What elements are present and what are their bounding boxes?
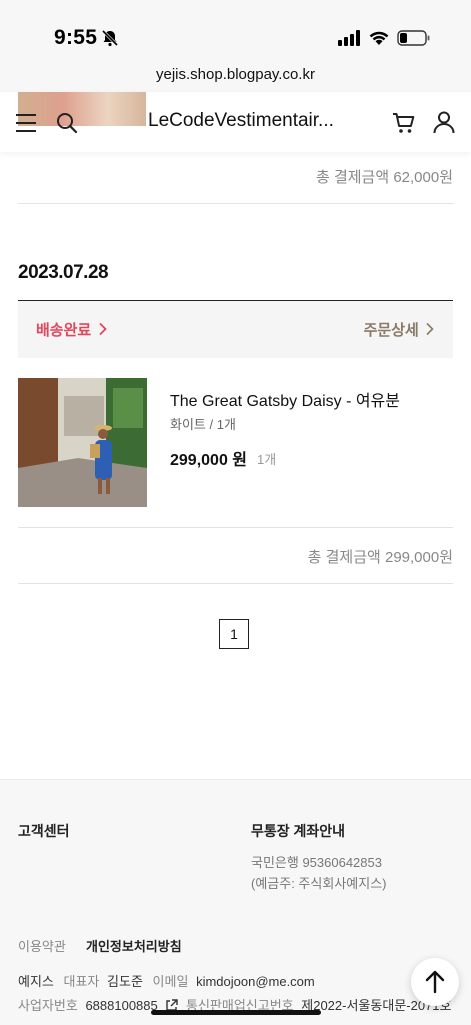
- url-bar[interactable]: yejis.shop.blogpay.co.kr: [0, 60, 471, 92]
- previous-order-total: 총 결제금액 62,000원: [315, 169, 453, 186]
- bank-account: 국민은행 95360642853: [251, 855, 382, 870]
- ceo-label: 대표자: [63, 974, 100, 989]
- product-image[interactable]: [18, 378, 147, 507]
- scroll-to-top-button[interactable]: [411, 958, 459, 1006]
- privacy-policy-link[interactable]: 개인정보처리방침: [86, 936, 182, 955]
- delivery-status-label: 배송완료: [36, 322, 92, 339]
- order-date: 2023.07.28: [18, 262, 109, 283]
- product-quantity: 1개: [257, 452, 277, 467]
- status-time: 9:55: [54, 26, 98, 49]
- wifi-icon: [368, 29, 390, 51]
- hamburger-menu-icon[interactable]: [16, 114, 36, 132]
- product-name[interactable]: The Great Gatsby Daisy - 여유분: [170, 387, 400, 411]
- brand-logo[interactable]: LeCodeVestimentair...: [148, 110, 334, 132]
- status-bar: 9:55: [0, 0, 471, 60]
- home-indicator[interactable]: [151, 1010, 321, 1015]
- bank-info-title: 무통장 계좌안내: [251, 823, 346, 839]
- divider: [18, 203, 453, 204]
- delivery-status-link[interactable]: 배송완료: [36, 319, 108, 340]
- product-option: 화이트 / 1개: [170, 417, 236, 432]
- bell-muted-icon: [101, 29, 119, 52]
- company-info-row: 예지스 대표자 김도준 이메일 kimdojoon@me.com: [18, 971, 315, 990]
- business-number-label: 사업자번호: [18, 998, 78, 1013]
- terms-link[interactable]: 이용약관: [18, 936, 66, 955]
- order-total: 총 결제금액 299,000원: [307, 549, 453, 566]
- order-detail-link[interactable]: 주문상세: [364, 319, 435, 340]
- cellular-signal-icon: [338, 30, 362, 51]
- order-status-bar: 배송완료 주문상세: [18, 301, 453, 358]
- account-holder: (예금주: 주식회사예지스): [251, 876, 387, 891]
- battery-icon: [397, 29, 431, 52]
- pagination-page-button[interactable]: 1: [219, 619, 249, 649]
- previous-product-image[interactable]: [18, 92, 146, 126]
- company-name: 예지스: [18, 974, 54, 989]
- email-value[interactable]: kimdojoon@me.com: [196, 974, 315, 989]
- chevron-right-icon: [99, 322, 108, 336]
- divider: [18, 527, 453, 528]
- customer-center-title: 고객센터: [18, 823, 70, 839]
- email-label: 이메일: [152, 974, 189, 989]
- user-account-icon[interactable]: [432, 110, 456, 139]
- ceo-name: 김도준: [107, 974, 143, 989]
- product-price: 299,000 원: [170, 452, 248, 469]
- arrow-up-icon: [425, 970, 445, 994]
- divider: [18, 583, 453, 584]
- url-text: yejis.shop.blogpay.co.kr: [156, 66, 315, 83]
- cart-icon[interactable]: [392, 111, 416, 140]
- search-icon[interactable]: [56, 112, 78, 139]
- chevron-right-icon: [426, 322, 434, 336]
- order-detail-label: 주문상세: [363, 322, 419, 339]
- business-number: 6888100885: [85, 998, 158, 1013]
